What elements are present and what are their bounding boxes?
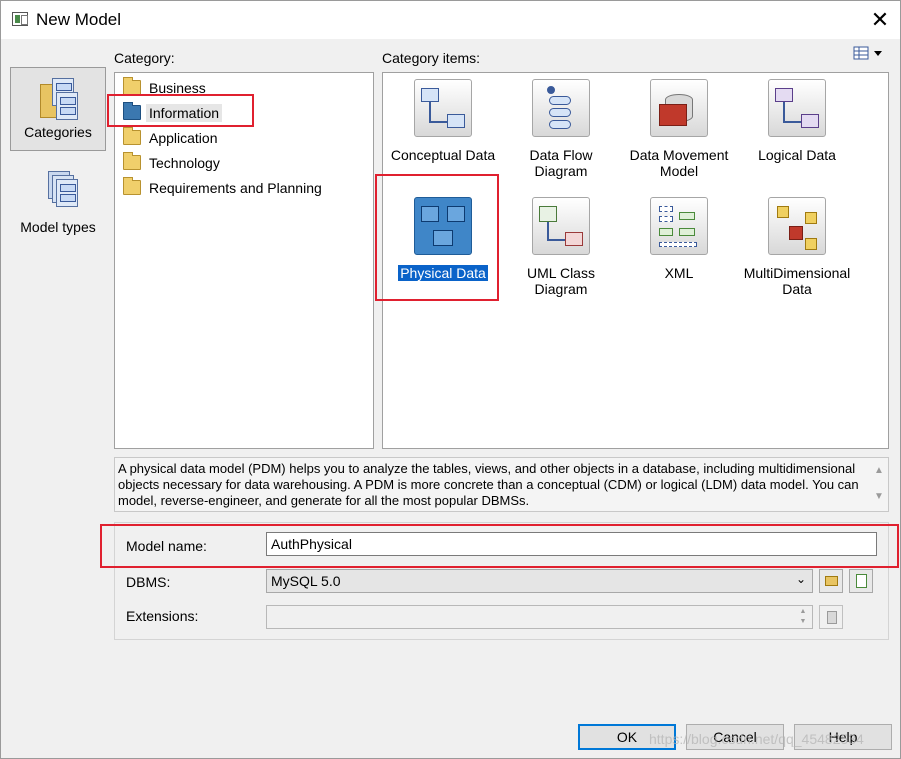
logical-data-icon [768,79,826,137]
category-item-information[interactable]: Information [121,102,361,124]
item-data-movement-model[interactable]: Data Movement Model [620,79,738,183]
folder-icon [123,127,141,145]
item-uml-class-diagram[interactable]: UML Class Diagram [502,197,620,301]
scroll-down-icon[interactable]: ▼ [870,484,888,510]
category-items-grid[interactable]: Conceptual Data Data Flow Diagram Data M… [382,72,889,449]
help-button[interactable]: Help [794,724,892,750]
data-movement-model-icon [650,79,708,137]
nav-categories-button[interactable]: Categories [10,67,106,151]
dbms-select[interactable]: MySQL 5.0 ⌄ [266,569,813,593]
model-name-input[interactable]: AuthPhysical [266,532,877,556]
category-item-business[interactable]: Business [121,77,361,99]
uml-class-diagram-icon [532,197,590,255]
item-label: UML Class Diagram [527,265,595,297]
item-label: XML [664,265,694,281]
item-label: Physical Data [398,265,488,281]
description-scrollbar[interactable]: ▲ ▼ [870,458,888,511]
nav-model-types-button[interactable]: Model types [10,163,106,237]
embed-dbms-button[interactable] [849,569,873,593]
information-folder-icon [123,102,141,120]
ok-button[interactable]: OK [578,724,676,750]
model-name-label: Model name: [126,538,207,554]
folder-icon [123,152,141,170]
dbms-selected-value: MySQL 5.0 [271,573,341,589]
chevron-down-icon: ⌄ [795,572,806,586]
category-list[interactable]: Business Information Application Technol… [114,72,374,449]
app-icon [12,12,28,26]
dbms-label: DBMS: [126,574,171,590]
item-label: MultiDimensional Data [743,265,851,297]
item-xml[interactable]: XML [620,197,738,301]
category-item-application[interactable]: Application [121,127,361,149]
cancel-button[interactable]: Cancel [686,724,784,750]
item-conceptual-data[interactable]: Conceptual Data [384,79,502,183]
item-label: Data Movement Model [629,147,729,179]
item-physical-data[interactable]: Physical Data [384,197,502,301]
new-model-dialog: New Model ✕ Categories Model types Categ… [0,0,901,759]
model-description: A physical data model (PDM) helps you to… [114,457,889,512]
category-item-label: Business [149,80,206,96]
item-data-flow-diagram[interactable]: Data Flow Diagram [502,79,620,183]
extensions-spinner: ▲ ▼ [799,608,807,625]
model-types-icon [38,171,78,217]
item-label: Logical Data [758,147,836,163]
folder-open-icon [825,576,838,586]
category-item-label: Information [146,104,223,122]
xml-icon [650,197,708,255]
description-text: A physical data model (PDM) helps you to… [118,461,859,508]
extensions-label: Extensions: [126,608,199,624]
extensions-browse-button [819,605,843,629]
categories-icon [38,76,78,122]
nav-model-types-label: Model types [20,219,96,235]
multidimensional-data-icon [768,197,826,255]
folder-icon [123,177,141,195]
item-label: Data Flow Diagram [529,147,593,179]
document-icon [827,611,837,624]
view-options-icon[interactable] [853,46,885,62]
nav-categories-label: Categories [24,124,92,140]
item-label: Conceptual Data [390,147,496,163]
import-icon [856,574,867,588]
item-logical-data[interactable]: Logical Data [738,79,856,183]
item-multidimensional-data[interactable]: MultiDimensional Data [738,197,856,301]
extensions-field: ▲ ▼ [266,605,813,629]
category-item-technology[interactable]: Technology [121,152,361,174]
physical-data-icon [414,197,472,255]
category-items-heading: Category items: [382,50,481,66]
title-bar: New Model ✕ [1,1,900,39]
category-item-label: Technology [149,155,220,171]
category-heading: Category: [114,50,175,66]
browse-dbms-button[interactable] [819,569,843,593]
category-item-label: Requirements and Planning [149,180,322,196]
scroll-up-icon[interactable]: ▲ [870,458,888,484]
dialog-title: New Model [36,10,122,29]
category-item-label: Application [149,130,218,146]
conceptual-data-icon [414,79,472,137]
folder-icon [123,77,141,95]
close-button[interactable]: ✕ [859,1,901,39]
category-item-requirements-and-planning[interactable]: Requirements and Planning [121,177,361,199]
data-flow-diagram-icon [532,79,590,137]
